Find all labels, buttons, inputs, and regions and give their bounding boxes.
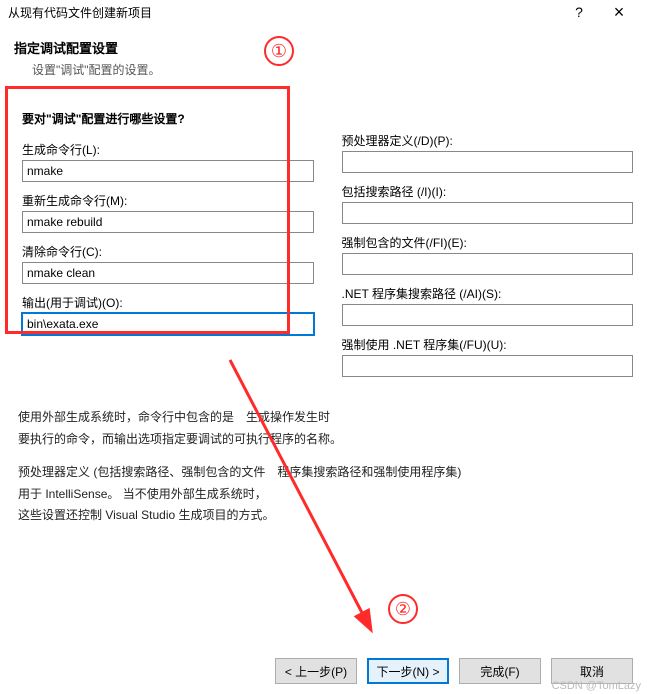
preproc-input[interactable] — [342, 151, 634, 173]
left-column: 要对"调试"配置进行哪些设置? 生成命令行(L): 重新生成命令行(M): 清除… — [14, 92, 322, 377]
include-input[interactable] — [342, 202, 634, 224]
description-text: 使用外部生成系统时，命令行中包含的是新生成操作发生时 要执行的命令，而输出选项指… — [14, 407, 633, 527]
forcedusing-input[interactable] — [342, 355, 634, 377]
page-subheading: 设置"调试"配置的设置。 — [32, 61, 633, 78]
forced-input[interactable] — [342, 253, 634, 275]
clean-cmd-label: 清除命令行(C): — [22, 243, 314, 260]
build-cmd-label: 生成命令行(L): — [22, 141, 314, 158]
output-label: 输出(用于调试)(O): — [22, 294, 314, 311]
build-cmd-input[interactable] — [22, 160, 314, 182]
prev-button[interactable]: < 上一步(P) — [275, 658, 357, 684]
page-heading: 指定调试配置设置 — [14, 38, 633, 57]
titlebar: 从现有代码文件创建新项目 ? × — [0, 0, 647, 24]
preproc-label: 预处理器定义(/D)(P): — [342, 132, 634, 149]
assembly-input[interactable] — [342, 304, 634, 326]
rebuild-cmd-label: 重新生成命令行(M): — [22, 192, 314, 209]
clean-cmd-input[interactable] — [22, 262, 314, 284]
wizard-content: 指定调试配置设置 设置"调试"配置的设置。 要对"调试"配置进行哪些设置? 生成… — [0, 24, 647, 527]
output-input[interactable] — [22, 313, 314, 335]
annotation-circle-2: ② — [388, 594, 418, 624]
watermark: CSDN @TomLazy — [552, 680, 641, 692]
rebuild-cmd-input[interactable] — [22, 211, 314, 233]
section-question: 要对"调试"配置进行哪些设置? — [22, 110, 314, 127]
close-button[interactable]: × — [599, 2, 639, 23]
right-column: 预处理器定义(/D)(P): 包括搜索路径 (/I)(I): 强制包含的文件(/… — [342, 92, 634, 377]
forced-label: 强制包含的文件(/FI)(E): — [342, 234, 634, 251]
include-label: 包括搜索路径 (/I)(I): — [342, 183, 634, 200]
finish-button[interactable]: 完成(F) — [459, 658, 541, 684]
window-title: 从现有代码文件创建新项目 — [8, 4, 559, 21]
help-button[interactable]: ? — [559, 4, 599, 20]
forcedusing-label: 强制使用 .NET 程序集(/FU)(U): — [342, 336, 634, 353]
assembly-label: .NET 程序集搜索路径 (/AI)(S): — [342, 285, 634, 302]
next-button[interactable]: 下一步(N) > — [367, 658, 449, 684]
